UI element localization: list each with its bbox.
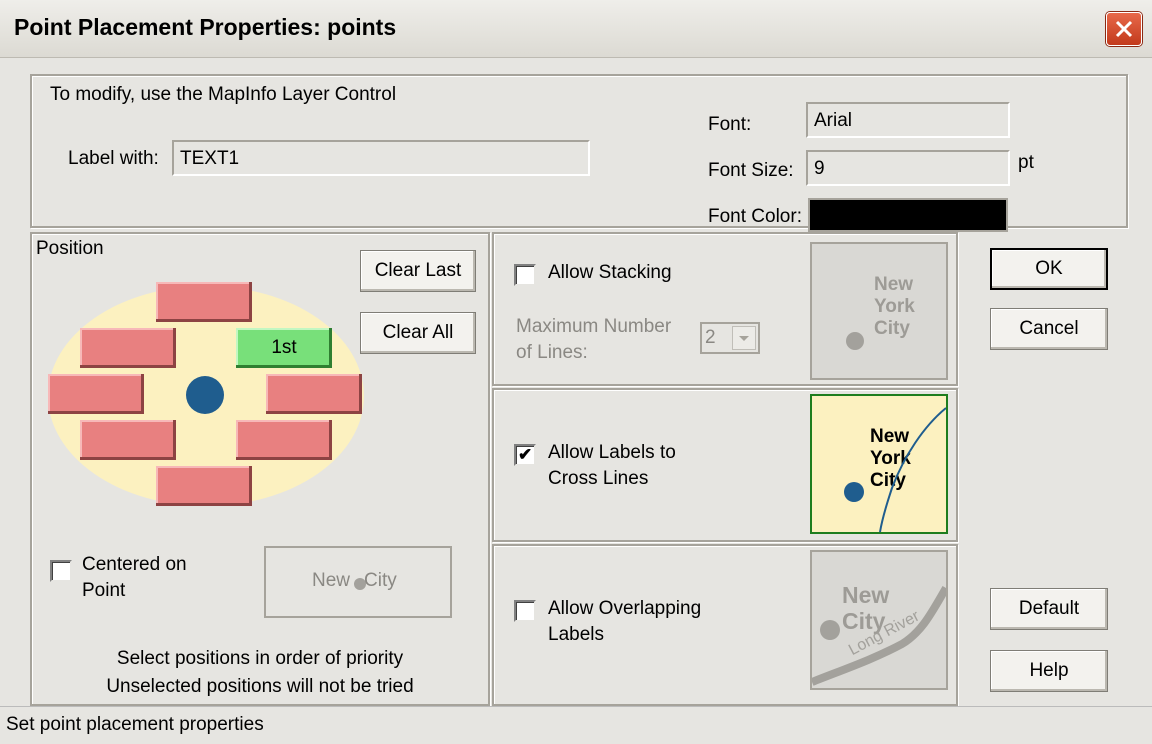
- stacking-preview-point: [846, 332, 864, 350]
- stacking-preview: New York City: [810, 242, 948, 380]
- centered-preview: New City: [264, 546, 452, 618]
- overlap-preview: New City Long River: [810, 550, 948, 690]
- position-lower-left[interactable]: [80, 420, 176, 460]
- position-panel: Position Clear Last Clear All 1st Center…: [30, 232, 490, 706]
- allow-stacking-label: Allow Stacking: [548, 262, 672, 283]
- title-bar: Point Placement Properties: points: [0, 0, 1152, 58]
- clear-last-button[interactable]: Clear Last: [360, 250, 476, 292]
- position-right[interactable]: [266, 374, 362, 414]
- close-button[interactable]: [1106, 12, 1142, 46]
- font-size-field[interactable]: 9: [806, 150, 1010, 186]
- default-button[interactable]: Default: [990, 588, 1108, 630]
- clear-all-button[interactable]: Clear All: [360, 312, 476, 354]
- overlap-panel: Allow Overlapping Labels New City Long R…: [492, 544, 958, 706]
- stacking-preview-line2: York: [874, 296, 915, 317]
- cancel-button[interactable]: Cancel: [990, 308, 1108, 350]
- stacking-preview-line1: New: [874, 274, 914, 295]
- stacking-preview-line3: City: [874, 318, 910, 339]
- window-title: Point Placement Properties: points: [14, 14, 397, 40]
- chevron-down-icon: [732, 326, 756, 350]
- point-symbol: [186, 376, 224, 414]
- cross-lines-panel: ✔ Allow Labels to Cross Lines New York C…: [492, 388, 958, 542]
- centered-on-point-label2: Point: [82, 580, 126, 601]
- cross-preview-line: [879, 407, 946, 532]
- centered-preview-left: New: [312, 570, 351, 591]
- allow-stacking-checkbox[interactable]: [514, 264, 536, 286]
- close-icon: [1115, 20, 1133, 38]
- max-lines-value: 2: [705, 327, 716, 348]
- position-lower-right[interactable]: [236, 420, 332, 460]
- centered-on-point-label1: Centered on: [82, 554, 187, 575]
- help-button[interactable]: Help: [990, 650, 1108, 692]
- allow-overlap-label2: Labels: [548, 624, 604, 645]
- status-bar: Set point placement properties: [0, 706, 1152, 744]
- position-left[interactable]: [48, 374, 144, 414]
- font-color-label: Font Color:: [708, 206, 802, 227]
- modify-note: To modify, use the MapInfo Layer Control: [50, 84, 397, 105]
- centered-preview-right: City: [364, 570, 397, 591]
- dialog-body: To modify, use the MapInfo Layer Control…: [0, 58, 1152, 744]
- overlap-preview-point: [820, 620, 840, 640]
- allow-cross-lines-checkbox[interactable]: ✔: [514, 444, 536, 466]
- font-size-label: Font Size:: [708, 160, 794, 181]
- font-color-swatch[interactable]: [808, 198, 1008, 232]
- stacking-panel: Allow Stacking Maximum Number of Lines: …: [492, 232, 958, 386]
- max-lines-label1: Maximum Number: [516, 316, 672, 337]
- allow-cross-lines-label2: Cross Lines: [548, 468, 649, 489]
- status-text: Set point placement properties: [6, 714, 264, 735]
- hint-line1: Select positions in order of priority: [116, 648, 404, 669]
- label-settings-panel: To modify, use the MapInfo Layer Control…: [30, 74, 1128, 232]
- allow-overlap-checkbox[interactable]: [514, 600, 536, 622]
- max-lines-label2: of Lines:: [516, 342, 588, 363]
- hint-line2: Unselected positions will not be tried: [106, 676, 414, 697]
- max-lines-select[interactable]: 2: [700, 322, 760, 354]
- cross-lines-preview: New York City: [810, 394, 948, 534]
- position-top[interactable]: [156, 282, 252, 322]
- font-label: Font:: [708, 114, 752, 135]
- label-with-label: Label with:: [68, 148, 159, 169]
- overlap-preview-word1: New: [842, 582, 890, 608]
- ok-button[interactable]: OK: [990, 248, 1108, 290]
- font-field[interactable]: Arial: [806, 102, 1010, 138]
- centered-on-point-checkbox[interactable]: [50, 560, 72, 582]
- allow-cross-lines-label1: Allow Labels to: [548, 442, 676, 463]
- label-with-field[interactable]: TEXT1: [172, 140, 590, 176]
- position-upper-left[interactable]: [80, 328, 176, 368]
- position-upper-right[interactable]: 1st: [236, 328, 332, 368]
- position-bottom[interactable]: [156, 466, 252, 506]
- allow-overlap-label1: Allow Overlapping: [548, 598, 702, 619]
- font-size-unit: pt: [1018, 152, 1034, 173]
- position-title: Position: [36, 238, 104, 259]
